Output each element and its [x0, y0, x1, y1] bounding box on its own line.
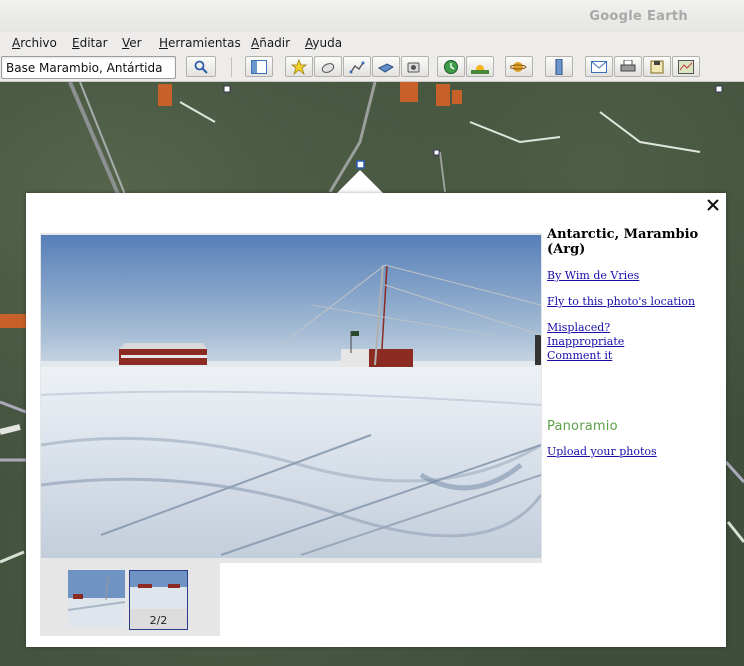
panoramio-logo: Panoramio — [547, 419, 618, 434]
app-title: Google Earth — [589, 9, 688, 24]
author-link[interactable]: By Wim de Vries — [547, 269, 722, 283]
search-icon — [194, 60, 208, 74]
inappropriate-link[interactable]: Inappropriate — [547, 335, 722, 349]
print-button[interactable] — [614, 56, 642, 77]
misplaced-link[interactable]: Misplaced? — [547, 321, 722, 335]
photo-info-panel: Antarctic, Marambio (Arg) By Wim de Vrie… — [547, 227, 722, 363]
placemark-icon — [291, 58, 307, 75]
main-photo[interactable] — [41, 235, 541, 558]
path-button[interactable] — [343, 56, 371, 77]
sunlight-button[interactable] — [466, 56, 494, 77]
ruler-icon — [555, 58, 563, 75]
photo-title: Antarctic, Marambio (Arg) — [547, 227, 699, 257]
placemark-button[interactable] — [285, 56, 313, 77]
image-overlay-button[interactable] — [372, 56, 400, 77]
photo-frame — [40, 233, 542, 563]
view-in-maps-button[interactable] — [672, 56, 700, 77]
menu-anadir[interactable]: Añadir — [251, 36, 290, 50]
search-button[interactable] — [186, 56, 216, 77]
menu-herramientas[interactable]: Herramientas — [159, 36, 241, 50]
thumbnail-counter: 2/2 — [149, 614, 168, 627]
toolbar — [0, 54, 744, 82]
sunlight-icon — [471, 64, 489, 74]
sidebar-button[interactable] — [245, 56, 273, 77]
comment-link[interactable]: Comment it — [547, 349, 722, 363]
print-icon — [620, 59, 636, 71]
search-input[interactable] — [1, 56, 176, 79]
view-in-maps-icon — [678, 59, 694, 74]
balloon-pointer — [336, 170, 384, 194]
save-image-button[interactable] — [643, 56, 671, 77]
thumbnail-1-image — [68, 570, 125, 627]
email-button[interactable] — [585, 56, 613, 77]
antarctic-base-photo — [41, 235, 541, 558]
polygon-button[interactable] — [314, 56, 342, 77]
close-icon — [707, 199, 719, 211]
thumbnail-1[interactable] — [68, 570, 125, 627]
menu-archivo[interactable]: Archivo — [12, 36, 57, 50]
close-button[interactable] — [706, 197, 720, 211]
save-image-icon — [650, 60, 664, 73]
historical-imagery-button[interactable] — [437, 56, 465, 77]
ruler-button[interactable] — [545, 56, 573, 77]
record-tour-button[interactable] — [401, 56, 429, 77]
polygon-icon — [321, 62, 335, 73]
thumbnail-2-image — [130, 571, 187, 609]
planet-icon — [510, 61, 527, 72]
fly-to-location-link[interactable]: Fly to this photo's location — [547, 295, 722, 309]
thumbnail-strip: 2/2 — [40, 563, 220, 636]
photo-balloon: 2/2 Antarctic, Marambio (Arg) By Wim de … — [26, 193, 726, 647]
upload-photos-link[interactable]: Upload your photos — [547, 445, 657, 459]
title-bar: Google Earth — [0, 0, 744, 32]
image-overlay-icon — [378, 62, 394, 73]
historical-imagery-icon — [444, 59, 458, 74]
planet-button[interactable] — [505, 56, 533, 77]
sidebar-icon — [251, 59, 267, 74]
toolbar-separator — [231, 57, 232, 77]
menu-bar: Archivo Editar Ver Herramientas Añadir A… — [0, 32, 744, 54]
thumbnail-2-selected[interactable]: 2/2 — [129, 570, 188, 630]
menu-editar[interactable]: Editar — [72, 36, 108, 50]
email-icon — [591, 60, 607, 73]
menu-ayuda[interactable]: Ayuda — [305, 36, 342, 50]
record-tour-icon — [407, 62, 420, 72]
menu-ver[interactable]: Ver — [122, 36, 142, 50]
path-icon — [349, 61, 365, 73]
